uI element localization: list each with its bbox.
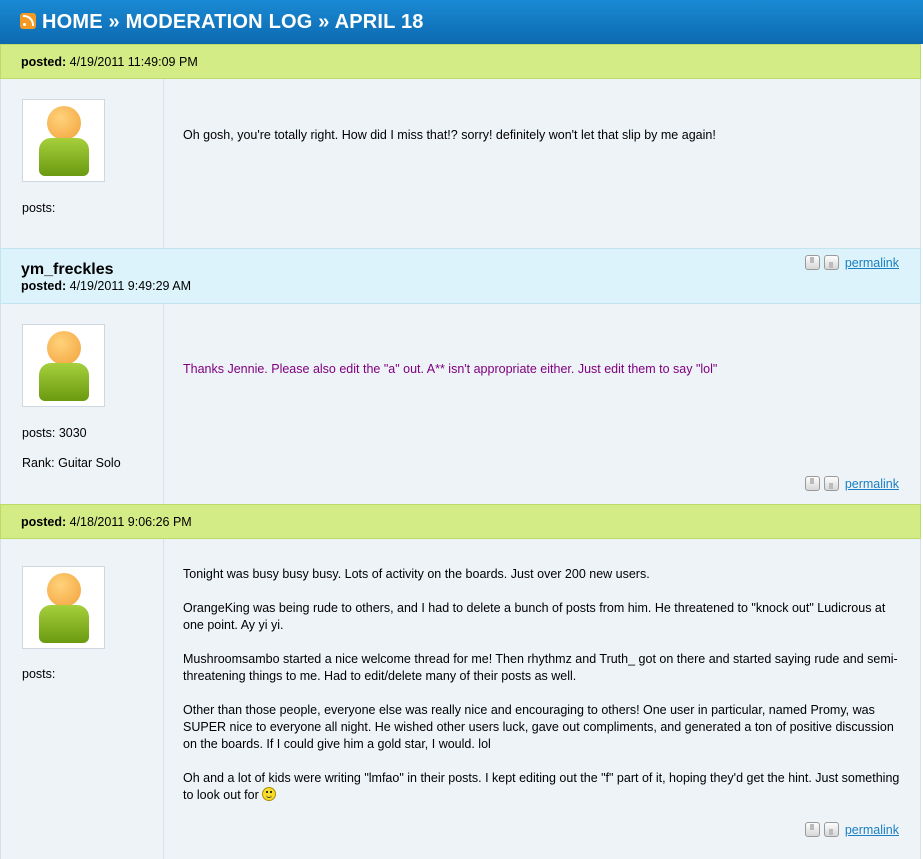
post-timestamp-line: posted: 4/19/2011 9:49:29 AM: [21, 279, 900, 293]
permalink-link[interactable]: permalink: [845, 477, 899, 491]
smiley-icon: [262, 787, 277, 801]
post-body: posts: Tonight was busy busy busy. Lots …: [0, 539, 921, 859]
post-timestamp-line: posted: 4/18/2011 9:06:26 PM: [21, 515, 900, 529]
avatar-head-shape: [47, 573, 81, 607]
post-header: ym_freckles posted: 4/19/2011 9:49:29 AM: [0, 248, 921, 304]
user-post-count: posts: 3030: [22, 426, 87, 440]
permalink-link[interactable]: permalink: [845, 823, 899, 837]
avatar-body-shape: [39, 363, 89, 401]
avatar[interactable]: [22, 324, 105, 407]
thumbs-up-icon[interactable]: [804, 476, 820, 491]
post-username[interactable]: ym_freckles: [21, 261, 900, 279]
post-timestamp: 4/18/2011 9:06:26 PM: [69, 515, 192, 529]
post-timestamp-line: posted: 4/19/2011 11:49:09 PM: [21, 55, 900, 69]
posted-label: posted:: [21, 55, 67, 69]
message-paragraph: Tonight was busy busy busy. Lots of acti…: [183, 567, 650, 581]
post-message: Tonight was busy busy busy. Lots of acti…: [183, 566, 903, 804]
posted-label: posted:: [21, 515, 67, 529]
thumbs-down-icon[interactable]: [823, 476, 839, 491]
avatar-body-shape: [39, 138, 89, 176]
post-body: posts: 3030 Rank: Guitar Solo Thanks Jen…: [0, 304, 921, 504]
post-actions: permalink: [804, 822, 899, 837]
post-timestamp: 4/19/2011 11:49:09 PM: [69, 55, 198, 69]
breadcrumb[interactable]: HOME » MODERATION LOG » APRIL 18: [42, 11, 424, 34]
post-header: posted: 4/19/2011 11:49:09 PM: [0, 44, 921, 79]
post-header: posted: 4/18/2011 9:06:26 PM: [0, 504, 921, 539]
thumbs-up-icon[interactable]: [804, 822, 820, 837]
user-post-count: posts:: [22, 667, 56, 681]
page-header: HOME » MODERATION LOG » APRIL 18: [0, 0, 923, 44]
post-body: posts: Oh gosh, you're totally right. Ho…: [0, 79, 921, 270]
avatar[interactable]: [22, 99, 105, 182]
message-paragraph: Mushroomsambo started a nice welcome thr…: [183, 652, 898, 683]
avatar[interactable]: [22, 566, 105, 649]
message-paragraph: Other than those people, everyone else w…: [183, 703, 894, 751]
message-paragraph-last: Oh and a lot of kids were writing "lmfao…: [183, 770, 903, 804]
rss-feed-icon[interactable]: [20, 13, 36, 29]
user-post-count: posts:: [22, 201, 56, 215]
avatar-body-shape: [39, 605, 89, 643]
message-paragraph: OrangeKing was being rude to others, and…: [183, 601, 886, 632]
message-paragraph: Thanks Jennie. Please also edit the "a" …: [183, 362, 718, 376]
posted-label: posted:: [21, 279, 67, 293]
message-paragraph-text: Oh and a lot of kids were writing "lmfao…: [183, 771, 900, 802]
post-actions: permalink: [804, 476, 899, 491]
message-paragraph: Oh gosh, you're totally right. How did I…: [183, 128, 716, 142]
thumbs-down-icon[interactable]: [823, 822, 839, 837]
thumbs-down-icon[interactable]: [823, 255, 839, 270]
post-message: Thanks Jennie. Please also edit the "a" …: [183, 361, 903, 378]
avatar-head-shape: [47, 106, 81, 140]
post-timestamp: 4/19/2011 9:49:29 AM: [69, 279, 192, 293]
post-list: posted: 4/19/2011 11:49:09 PM posts: Oh …: [0, 44, 921, 859]
post-actions: permalink: [804, 255, 899, 270]
thumbs-up-icon[interactable]: [804, 255, 820, 270]
post-message: Oh gosh, you're totally right. How did I…: [183, 127, 903, 144]
avatar-head-shape: [47, 331, 81, 365]
permalink-link[interactable]: permalink: [845, 256, 899, 270]
user-rank: Rank: Guitar Solo: [22, 456, 121, 470]
